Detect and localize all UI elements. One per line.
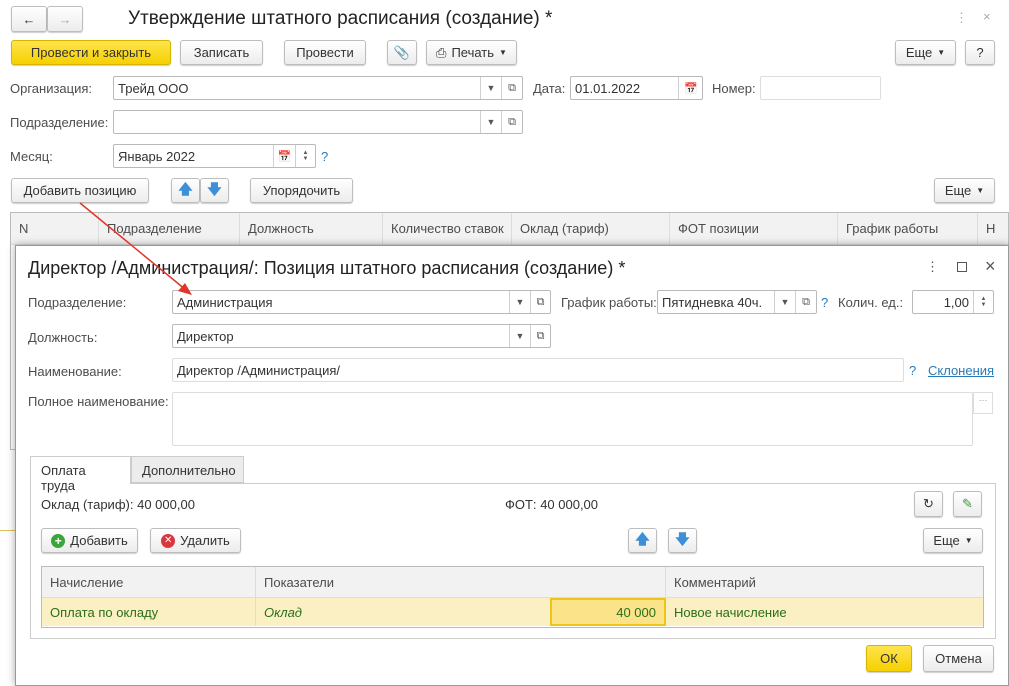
annotation-arrow bbox=[79, 202, 192, 295]
tab-payment[interactable]: Оплата труда bbox=[30, 456, 131, 493]
